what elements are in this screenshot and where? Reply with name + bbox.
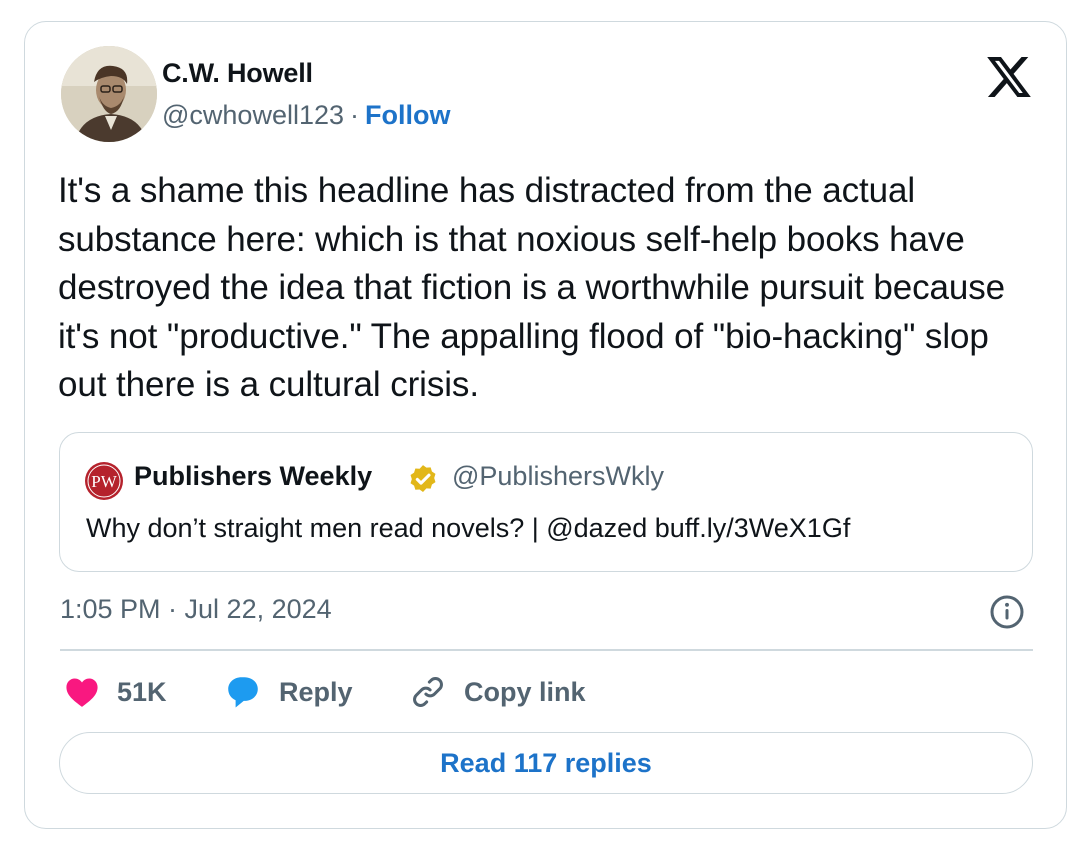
author-name[interactable]: C.W. Howell	[162, 58, 313, 89]
info-icon[interactable]	[989, 594, 1025, 630]
reply-button[interactable]: Reply	[225, 674, 353, 710]
quoted-author-name: Publishers Weekly	[134, 461, 373, 491]
quoted-tweet[interactable]: PW Publishers Weekly @PublishersWkly Why…	[59, 432, 1033, 572]
x-logo-icon[interactable]	[987, 57, 1031, 97]
tweet-text: It's a shame this headline has distracte…	[58, 171, 1006, 404]
tweet-card: C.W. Howell @cwhowell123 · Follow It's a s…	[24, 21, 1067, 829]
heart-icon	[66, 678, 98, 707]
quoted-tweet-text: Why don’t straight men read novels? | @d…	[86, 513, 851, 543]
publishers-weekly-logo-icon: PW	[85, 462, 123, 500]
follow-link[interactable]: Follow	[365, 100, 450, 130]
copy-link-button[interactable]: Copy link	[410, 674, 586, 710]
separator-dot: ·	[350, 100, 359, 130]
copy-link-label: Copy link	[464, 676, 586, 707]
tweet-timestamp[interactable]: 1:05 PM · Jul 22, 2024	[60, 594, 332, 625]
like-button[interactable]: 51K	[65, 674, 167, 710]
author-handle[interactable]: @cwhowell123	[162, 100, 344, 130]
like-count: 51K	[117, 676, 167, 707]
quoted-author-handle: @PublishersWkly	[452, 461, 664, 491]
gold-verified-badge-icon	[410, 465, 436, 493]
author-avatar[interactable]	[61, 46, 157, 142]
read-replies-button[interactable]: Read 117 replies	[59, 732, 1033, 794]
link-icon	[413, 677, 443, 707]
author-meta: @cwhowell123 · Follow	[162, 100, 450, 131]
reply-bubble-icon	[228, 677, 258, 708]
pw-logo-text: PW	[91, 472, 117, 491]
reply-label: Reply	[279, 676, 353, 707]
divider	[60, 649, 1033, 651]
